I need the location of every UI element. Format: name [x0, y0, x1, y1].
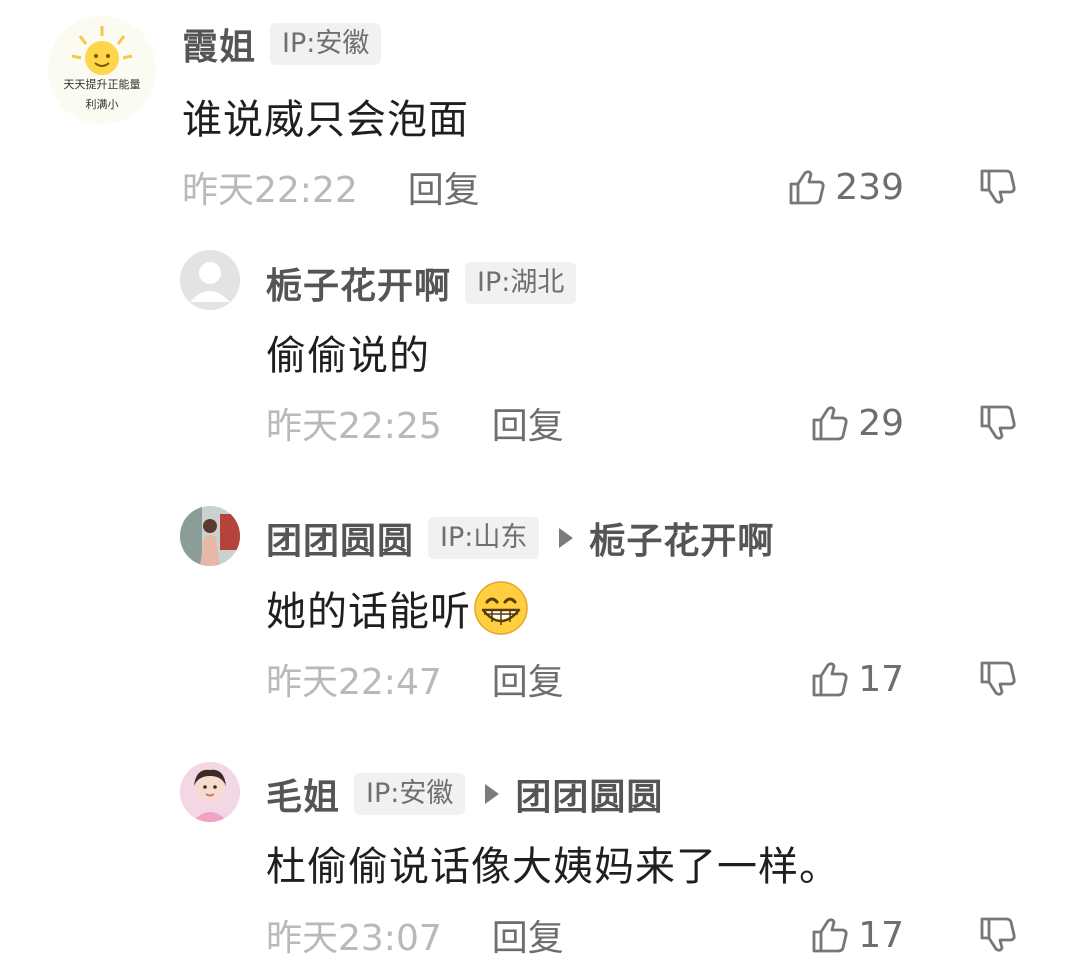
avatar-text-line-1: 天天提升正能量	[64, 77, 141, 91]
timestamp: 昨天22:25	[266, 406, 442, 447]
avatar-text-line-2: 利满小	[86, 98, 119, 111]
thumbs-down-icon[interactable]	[978, 167, 1018, 207]
comment-list: 天天提升正能量 利满小 霞姐 IP:安徽 谁说威只会泡面 昨天22:22 回复 …	[0, 0, 1080, 962]
avatar[interactable]	[180, 762, 240, 822]
thumbs-up-icon	[789, 170, 825, 205]
ip-location-badge: IP:山东	[428, 517, 540, 559]
reply-button[interactable]: 回复	[408, 161, 480, 213]
like-count: 17	[858, 658, 904, 700]
comment-header: 霞姐 IP:安徽	[182, 18, 382, 70]
username[interactable]: 霞姐	[182, 18, 256, 70]
reply-button[interactable]: 回复	[492, 909, 564, 961]
avatar[interactable]	[180, 250, 240, 310]
comment-header: 团团圆圆 IP:山东 栀子花开啊	[266, 512, 774, 564]
comment-text: 偷偷说的	[266, 333, 430, 379]
comment-text: 杜偷偷说话像大姨妈来了一样。	[266, 844, 840, 890]
like-count: 17	[858, 914, 904, 956]
username[interactable]: 毛姐	[266, 768, 340, 820]
grinning-emoji-icon	[474, 581, 528, 635]
timestamp: 昨天22:22	[182, 170, 358, 211]
comment-text: 谁说威只会泡面	[182, 97, 469, 143]
username[interactable]: 团团圆圆	[266, 512, 414, 564]
avatar[interactable]	[180, 506, 240, 566]
like-count: 29	[858, 402, 904, 444]
like-button[interactable]: 29	[810, 398, 904, 448]
like-count: 239	[835, 166, 904, 208]
like-button[interactable]: 17	[810, 910, 904, 960]
comment-text-content: 她的话能听	[266, 589, 471, 635]
comment-meta: 昨天22:47 回复	[266, 654, 564, 704]
thumbs-up-icon	[812, 918, 848, 953]
thumbs-up-icon	[812, 662, 848, 697]
ip-location-badge: IP:湖北	[465, 262, 577, 304]
username[interactable]: 栀子花开啊	[266, 257, 451, 309]
photo-avatar-image	[180, 506, 240, 566]
comment-text: 她的话能听	[266, 578, 529, 638]
ip-location-badge: IP:安徽	[354, 773, 466, 815]
timestamp: 昨天22:47	[266, 662, 442, 703]
ip-location-badge: IP:安徽	[270, 23, 382, 65]
comment-meta: 昨天22:25 回复	[266, 398, 564, 448]
timestamp: 昨天23:07	[266, 918, 442, 959]
reply-button[interactable]: 回复	[492, 653, 564, 705]
default-user-icon	[180, 250, 240, 310]
comment-header: 栀子花开啊 IP:湖北	[266, 257, 577, 309]
photo-avatar-image	[180, 762, 240, 822]
sun-avatar-image: 天天提升正能量 利满小	[48, 16, 156, 124]
reply-button[interactable]: 回复	[492, 397, 564, 449]
right-triangle-icon	[559, 528, 574, 548]
reply-target-username[interactable]: 团团圆圆	[515, 768, 663, 820]
thumbs-down-icon[interactable]	[978, 915, 1018, 955]
right-triangle-icon	[485, 784, 500, 804]
reply-target-username[interactable]: 栀子花开啊	[589, 512, 774, 564]
comment-header: 毛姐 IP:安徽 团团圆圆	[266, 768, 663, 820]
avatar[interactable]: 天天提升正能量 利满小	[48, 16, 156, 124]
like-button[interactable]: 239	[787, 162, 904, 212]
thumbs-down-icon[interactable]	[978, 403, 1018, 443]
comment-meta: 昨天23:07 回复	[266, 910, 564, 960]
like-button[interactable]: 17	[810, 654, 904, 704]
thumbs-down-icon[interactable]	[978, 659, 1018, 699]
comment-meta: 昨天22:22 回复	[182, 162, 480, 212]
thumbs-up-icon	[812, 406, 848, 441]
